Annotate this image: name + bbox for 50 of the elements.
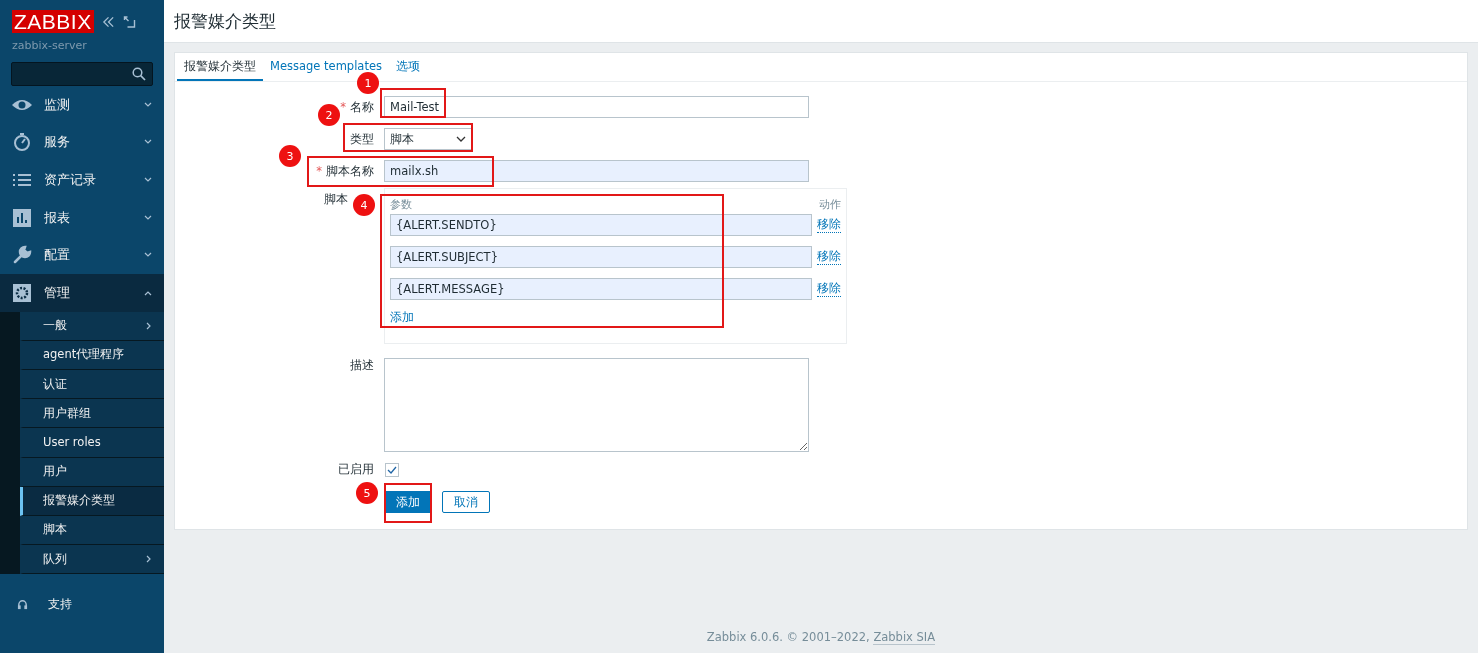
menu-item[interactable]: 管理 — [0, 273, 164, 312]
menu-label: 服务 — [44, 133, 71, 152]
remove-link[interactable]: 移除 — [817, 281, 841, 297]
menu-item[interactable]: 资产记录 — [0, 161, 164, 199]
parameter-input[interactable]: {ALERT.SUBJECT} — [390, 246, 812, 268]
menu-label: 监测 — [44, 95, 71, 114]
logo[interactable]: ZABBIX — [12, 10, 94, 33]
menu-label: 资产记录 — [44, 171, 97, 189]
submenu-item[interactable]: 队列 — [20, 545, 164, 575]
required-mark: * — [316, 164, 322, 178]
column-header: 动作 — [819, 197, 841, 212]
parameter-input[interactable]: {ALERT.SENDTO} — [390, 214, 812, 236]
submenu-item[interactable]: 报警媒介类型 — [20, 486, 164, 516]
submenu-item[interactable]: 用户 — [20, 457, 164, 487]
submenu-item[interactable]: 用户群组 — [20, 399, 164, 429]
server-name: zabbix-server — [11, 38, 88, 52]
remove-link[interactable]: 移除 — [817, 217, 841, 233]
cancel-button[interactable]: 取消 — [442, 491, 490, 513]
field-label: 描述 — [350, 358, 374, 373]
page-title: 报警媒介类型 — [174, 9, 276, 33]
submenu-item[interactable]: 脚本 — [20, 515, 164, 546]
menu-item[interactable]: 服务 — [0, 123, 164, 162]
menu-item[interactable]: 配置 — [0, 236, 164, 274]
footer-text: Zabbix 6.0.6. © 2001–2022, — [706, 630, 871, 644]
parameter-input[interactable]: {ALERT.MESSAGE} — [390, 278, 812, 300]
submenu-item[interactable]: User roles — [20, 428, 164, 458]
submenu-item[interactable]: 认证 — [20, 369, 164, 400]
column-header: 参数 — [390, 197, 412, 212]
menu-label: 管理 — [44, 283, 71, 302]
field-label: 已启用 — [338, 462, 374, 477]
tab[interactable]: 报警媒介类型 — [177, 53, 263, 81]
required-mark: * — [340, 100, 346, 114]
field-label: 脚本 — [324, 192, 348, 207]
type-select[interactable]: 脚本 — [384, 128, 472, 150]
menu-item[interactable]: 报表 — [0, 198, 164, 237]
remove-link[interactable]: 移除 — [817, 249, 841, 265]
add-link[interactable]: 添加 — [390, 310, 414, 325]
submenu-item[interactable]: agent代理程序 — [20, 340, 164, 370]
field-label: 脚本名称 — [326, 163, 374, 179]
support-link[interactable]: 支持 — [48, 596, 72, 614]
submenu-item[interactable]: 一般 — [20, 311, 164, 341]
field-label: 名称 — [350, 99, 374, 115]
field-label: 类型 — [350, 131, 374, 147]
menu-item[interactable]: 监测 — [0, 86, 164, 124]
add-button[interactable]: 添加 — [384, 491, 432, 513]
script-name-input[interactable]: mailx.sh — [384, 160, 809, 182]
tab[interactable]: 选项 — [388, 53, 427, 81]
menu-label: 配置 — [44, 246, 71, 265]
menu-label: 报表 — [44, 208, 71, 227]
name-input[interactable]: Mail-Test — [384, 96, 809, 118]
